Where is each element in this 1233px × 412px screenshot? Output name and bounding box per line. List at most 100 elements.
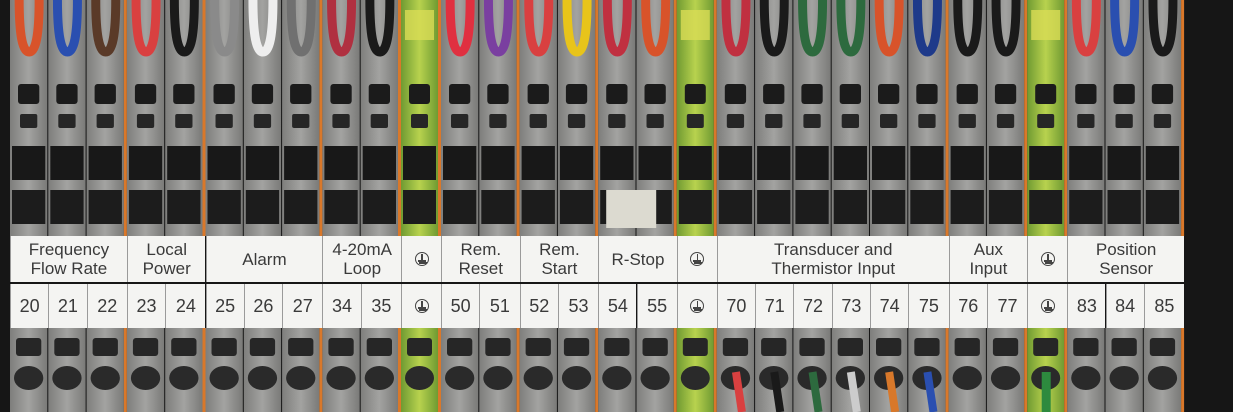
terminal-group-aux-input xyxy=(948,0,1028,412)
jumper-slot xyxy=(128,190,163,224)
jumper-slot xyxy=(403,190,436,224)
separator-plate xyxy=(1024,328,1028,412)
wire-entry-hole xyxy=(956,84,978,104)
release-slot xyxy=(726,114,745,128)
terminal-number: 54 xyxy=(598,284,637,328)
release-slot xyxy=(136,114,155,128)
wire-entry-hole xyxy=(1111,338,1137,356)
group-label-line: Rem. xyxy=(460,240,502,259)
wire-entry-hole xyxy=(1113,84,1135,104)
separator-plate xyxy=(202,328,206,412)
jumper-slot xyxy=(50,146,84,180)
terminal-group-position-sensor xyxy=(1067,0,1185,412)
wire-entry-hole xyxy=(173,84,195,104)
wire-entry-hole xyxy=(18,84,40,104)
terminal-number: 71 xyxy=(755,284,794,328)
terminal-number: 74 xyxy=(870,284,909,328)
terminal-group-loop-4-20ma xyxy=(322,0,401,412)
wire-entry-hole xyxy=(130,366,161,390)
wire-entry-hole xyxy=(405,366,434,390)
terminal-number: 70 xyxy=(716,284,756,328)
terminal-number: 52 xyxy=(519,284,558,328)
group-label-loop-4-20ma: 4-20mA Loop xyxy=(322,236,401,282)
separator-plate xyxy=(673,0,677,236)
release-slot xyxy=(96,114,114,128)
separator-plate xyxy=(1064,0,1068,236)
jumper-slot xyxy=(481,190,515,224)
wire-entry-hole xyxy=(1073,338,1099,356)
wire-entry-hole xyxy=(447,338,473,356)
terminal-number: 27 xyxy=(282,284,323,328)
jumper-slot xyxy=(718,146,753,180)
group-label-frequency-flow-rate: Frequency Flow Rate xyxy=(10,236,127,282)
wire-entry-hole xyxy=(56,84,78,104)
release-slot xyxy=(1115,114,1133,128)
release-slot xyxy=(646,114,664,128)
wire-entry-hole xyxy=(407,338,432,356)
terminal-group-rem-start xyxy=(519,0,599,412)
release-slot xyxy=(332,114,350,128)
wire-entry-hole xyxy=(1109,366,1139,390)
ground-icon xyxy=(690,252,705,266)
terminal-number: 21 xyxy=(48,284,87,328)
separator-plate xyxy=(516,0,520,236)
wire-entry-hole xyxy=(366,338,392,356)
wire-entry-hole xyxy=(1033,338,1059,356)
group-label-aux-input: Aux Input xyxy=(948,236,1028,282)
jumper-slot xyxy=(950,146,984,180)
ground-terminal-label xyxy=(1027,284,1068,328)
separator-plate xyxy=(1181,0,1185,236)
terminal-number: 85 xyxy=(1143,284,1185,328)
jumper-slot xyxy=(1107,190,1141,224)
group-label-line: Flow Rate xyxy=(30,259,108,278)
jumper-slot xyxy=(559,146,594,180)
group-label-r-stop: R-Stop xyxy=(598,236,677,282)
wire-entry-hole xyxy=(680,366,710,390)
wire-entry-hole xyxy=(724,84,747,104)
terminal-number: 51 xyxy=(479,284,520,328)
jumper-slot xyxy=(872,190,906,224)
wire-entry-hole xyxy=(839,84,861,104)
jumper-slot xyxy=(324,190,358,224)
separator-plate xyxy=(673,328,677,412)
wire-entry-hole xyxy=(761,338,787,356)
jumper-slot xyxy=(678,146,712,180)
jumper-slot xyxy=(284,146,318,180)
ground-terminal-label xyxy=(676,284,717,328)
release-slot xyxy=(489,114,507,128)
ground-stripe xyxy=(680,10,710,40)
wire-entry-hole xyxy=(90,366,120,390)
separator-plate xyxy=(438,328,441,412)
jumper-slot xyxy=(167,146,201,180)
terminal-number: 84 xyxy=(1105,284,1144,328)
wire-entry-hole xyxy=(763,84,785,104)
wire-entry-hole xyxy=(878,84,900,104)
jumper-slot xyxy=(795,190,829,224)
wire-entry-hole xyxy=(1147,366,1178,390)
jumper-slot xyxy=(50,190,84,224)
jumper-slot xyxy=(443,146,477,180)
release-slot xyxy=(880,114,898,128)
separator-plate xyxy=(123,328,127,412)
separator-plate xyxy=(595,0,599,236)
wire-entry-hole xyxy=(565,84,588,104)
wire-entry-hole xyxy=(14,366,44,390)
separator-plate xyxy=(595,328,599,412)
wire-entry-hole xyxy=(449,84,471,104)
jumper-slot xyxy=(638,146,672,180)
release-slot xyxy=(215,114,233,128)
jumper-slot xyxy=(245,190,280,224)
group-label-ground-3 xyxy=(1027,236,1068,282)
separator-plate xyxy=(398,328,401,412)
release-slot xyxy=(765,114,783,128)
group-label-line: Local xyxy=(146,240,187,259)
jumper-slot xyxy=(1069,190,1103,224)
group-label-line: Reset xyxy=(458,259,503,278)
group-label-line: Frequency xyxy=(28,240,110,259)
group-label-ground-1 xyxy=(401,236,441,282)
wire-entry-hole xyxy=(1035,84,1057,104)
wire-entry-hole xyxy=(642,338,668,356)
ground-icon xyxy=(1040,299,1055,313)
group-label-position-sensor: Position Sensor xyxy=(1067,236,1185,282)
wire-entry-hole xyxy=(211,338,237,356)
